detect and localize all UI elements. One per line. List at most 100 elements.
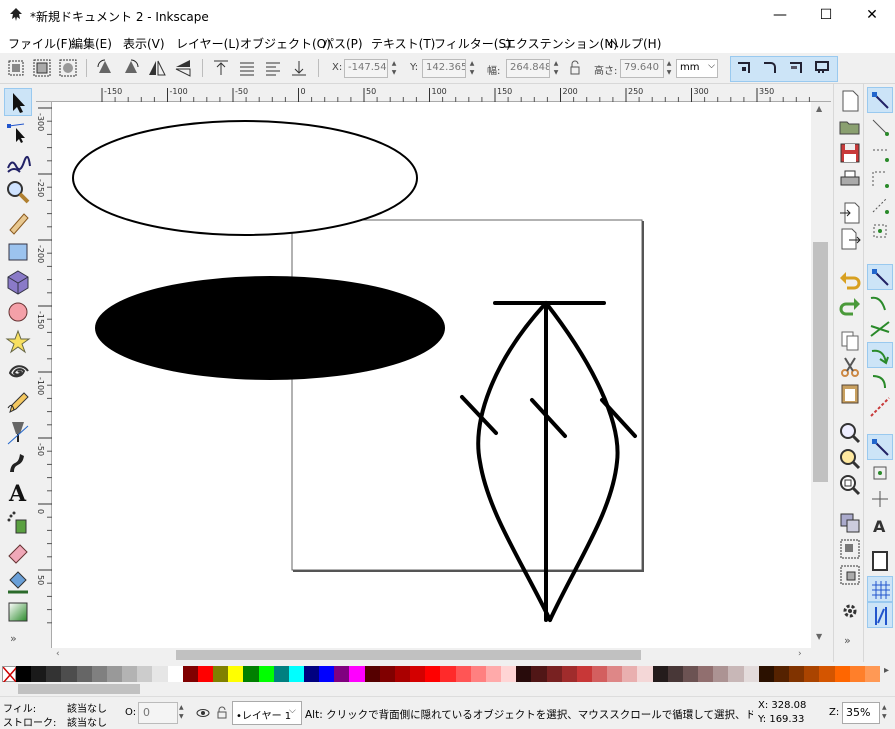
palette-menu-icon[interactable]: ▸ — [884, 665, 889, 676]
palette-swatch[interactable] — [334, 666, 350, 682]
palette-swatch[interactable] — [273, 666, 290, 682]
palette-swatch[interactable] — [667, 666, 684, 682]
y-input[interactable]: 142.365 — [422, 59, 466, 78]
vertical-scrollbar[interactable]: ▲ ▼ — [811, 102, 831, 648]
palette-swatch[interactable] — [152, 666, 169, 682]
open-folder-icon[interactable] — [837, 114, 863, 140]
move-gradients-icon[interactable] — [785, 57, 807, 79]
palette-scrollbar[interactable] — [0, 682, 895, 696]
scroll-left-icon[interactable]: ‹ — [56, 649, 60, 659]
menu-extensions[interactable]: エクステンション(N) — [504, 35, 618, 52]
snap-bbox-midpoint-icon[interactable] — [867, 192, 893, 218]
group-icon[interactable] — [837, 536, 863, 562]
palette-swatch[interactable] — [546, 666, 563, 682]
snap-nodes-icon[interactable] — [867, 264, 893, 290]
palette-swatch[interactable] — [349, 666, 366, 682]
spiral-tool-icon[interactable] — [4, 358, 32, 386]
palette-swatch[interactable] — [31, 666, 47, 682]
palette-swatch[interactable] — [228, 666, 244, 682]
palette-swatch[interactable] — [834, 666, 851, 682]
lower-icon[interactable] — [262, 57, 284, 79]
palette-swatch[interactable] — [122, 666, 138, 682]
paste-icon[interactable] — [837, 380, 863, 406]
palette-swatch[interactable] — [304, 666, 320, 682]
snap-bbox-icon[interactable] — [867, 114, 893, 140]
scroll-down-icon[interactable]: ▼ — [816, 632, 822, 641]
rectangle-tool-icon[interactable] — [4, 238, 32, 266]
palette-swatch[interactable] — [864, 666, 881, 682]
palette-swatch[interactable] — [46, 666, 62, 682]
palette-swatch[interactable] — [758, 666, 775, 682]
toggle-layer-lock-icon[interactable] — [215, 706, 229, 720]
box3d-tool-icon[interactable] — [4, 268, 32, 296]
palette-swatch[interactable] — [789, 666, 805, 682]
menu-edit[interactable]: 編集(E) — [71, 35, 112, 52]
horizontal-scroll-thumb[interactable] — [176, 650, 641, 660]
palette-swatch[interactable] — [364, 666, 381, 682]
toggle-layer-visibility-icon[interactable] — [196, 706, 210, 720]
palette-swatch[interactable] — [379, 666, 396, 682]
tweak-tool-icon[interactable] — [4, 148, 32, 176]
node-tool-icon[interactable] — [4, 118, 32, 146]
palette-swatch[interactable] — [804, 666, 820, 682]
palette-swatch[interactable] — [243, 666, 260, 682]
palette-swatch[interactable] — [501, 666, 517, 682]
snap-grid-icon[interactable] — [867, 576, 893, 602]
save-icon[interactable] — [837, 140, 863, 166]
ellipse-tool-icon[interactable] — [4, 298, 32, 326]
menu-object[interactable]: オブジェクト(O) — [240, 35, 331, 52]
palette-swatch[interactable] — [516, 666, 532, 682]
export-icon[interactable] — [837, 226, 863, 252]
zoom-spinner[interactable]: ▲ ▼ — [882, 703, 887, 721]
select-all-layers-icon[interactable] — [31, 57, 53, 79]
zoom-drawing-icon[interactable] — [837, 446, 863, 472]
filled-ellipse[interactable] — [95, 276, 445, 380]
palette-swatch[interactable] — [106, 666, 123, 682]
print-icon[interactable] — [837, 166, 863, 192]
menu-help[interactable]: ヘルプ(H) — [607, 35, 661, 52]
height-spinner[interactable]: ▲ ▼ — [664, 59, 674, 78]
star-tool-icon[interactable] — [4, 328, 32, 356]
rotate-cw-icon[interactable] — [120, 57, 142, 79]
palette-swatch[interactable] — [637, 666, 654, 682]
palette-swatch[interactable] — [137, 666, 153, 682]
deselect-icon[interactable] — [57, 57, 79, 79]
palette-swatch[interactable] — [410, 666, 426, 682]
palette-swatch[interactable] — [607, 666, 623, 682]
paint-bucket-tool-icon[interactable] — [4, 568, 32, 596]
cut-icon[interactable] — [837, 354, 863, 380]
palette-swatch[interactable] — [576, 666, 593, 682]
snap-cusp-nodes-icon[interactable] — [867, 342, 893, 368]
palette-swatch[interactable] — [440, 666, 457, 682]
zoom-selection-icon[interactable] — [837, 420, 863, 446]
palette-swatch[interactable] — [91, 666, 108, 682]
scroll-right-icon[interactable]: › — [798, 649, 802, 659]
palette-swatch[interactable] — [773, 666, 790, 682]
redo-icon[interactable] — [837, 292, 863, 318]
select-tool-icon[interactable] — [4, 88, 32, 116]
import-icon[interactable] — [837, 200, 863, 226]
close-button[interactable]: ✕ — [849, 0, 895, 31]
zoom-tool-icon[interactable] — [4, 178, 32, 206]
drawing-canvas[interactable] — [52, 102, 811, 648]
palette-swatch[interactable] — [819, 666, 836, 682]
snap-rotation-center-icon[interactable] — [867, 486, 893, 512]
palette-swatch[interactable] — [258, 666, 275, 682]
zoom-page-icon[interactable] — [837, 472, 863, 498]
palette-swatch[interactable] — [394, 666, 411, 682]
menu-layer[interactable]: レイヤー(L) — [176, 35, 240, 52]
palette-swatch[interactable] — [61, 666, 78, 682]
drawing-area[interactable] — [52, 102, 811, 648]
snap-text-baseline-icon[interactable]: A — [867, 512, 893, 538]
palette-swatch[interactable] — [713, 666, 729, 682]
horizontal-scrollbar[interactable]: ‹ › — [52, 648, 811, 662]
zoom-input[interactable]: 35% — [842, 702, 880, 724]
commands-overflow-icon[interactable]: » — [844, 634, 851, 647]
palette-swatch[interactable] — [728, 666, 745, 682]
new-document-icon[interactable] — [837, 88, 863, 114]
snap-intersection-icon[interactable] — [867, 316, 893, 342]
maximize-button[interactable]: ☐ — [803, 0, 849, 31]
snap-bbox-center-icon[interactable] — [867, 218, 893, 244]
scroll-up-icon[interactable]: ▲ — [816, 104, 822, 113]
palette-swatch[interactable] — [682, 666, 699, 682]
